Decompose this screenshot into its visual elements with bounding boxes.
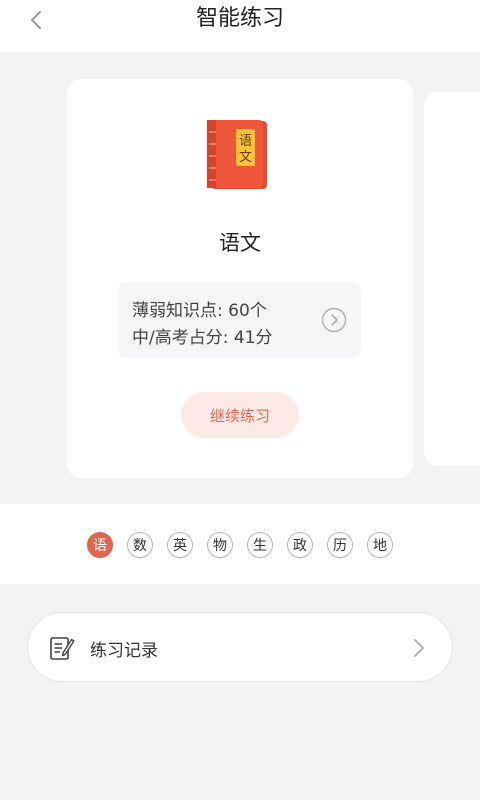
book-icon: 语 文 (207, 120, 267, 189)
book-label-char: 语 (239, 134, 252, 149)
practice-record-label: 练习记录 (90, 641, 158, 661)
subject-tabs: 语数英物生政历地 (87, 532, 393, 558)
subject-tab[interactable]: 生 (247, 532, 273, 558)
subject-tabs-bar: 语数英物生政历地 (0, 504, 480, 584)
subject-tab[interactable]: 英 (167, 532, 193, 558)
subject-tab[interactable]: 物 (207, 532, 233, 558)
subject-carousel[interactable]: 语 文 语文 薄弱知识点: 60个 中/高考占分: 41分 继续练习 (0, 52, 480, 504)
stats-panel[interactable]: 薄弱知识点: 60个 中/高考占分: 41分 (118, 282, 361, 358)
subject-tab[interactable]: 政 (287, 532, 313, 558)
chevron-right-icon (414, 639, 424, 657)
subject-card[interactable]: 语 文 语文 薄弱知识点: 60个 中/高考占分: 41分 继续练习 (67, 79, 413, 478)
weak-points-text: 薄弱知识点: 60个 (132, 301, 267, 321)
edit-note-icon (50, 637, 75, 660)
page-title: 智能练习 (195, 6, 284, 31)
exam-score-text: 中/高考占分: 41分 (132, 328, 273, 348)
subject-tab[interactable]: 历 (327, 532, 353, 558)
book-label-char: 文 (239, 150, 252, 165)
subject-tab[interactable]: 地 (367, 532, 393, 558)
practice-record-button[interactable]: 练习记录 (27, 612, 453, 682)
subject-tab[interactable]: 语 (87, 532, 113, 558)
header: 智能练习 (0, 0, 480, 52)
subject-tab[interactable]: 数 (127, 532, 153, 558)
continue-practice-button[interactable]: 继续练习 (181, 392, 299, 438)
chevron-right-circle-icon[interactable] (321, 307, 347, 333)
subject-name: 语文 (219, 231, 261, 255)
next-subject-card[interactable] (424, 92, 480, 466)
